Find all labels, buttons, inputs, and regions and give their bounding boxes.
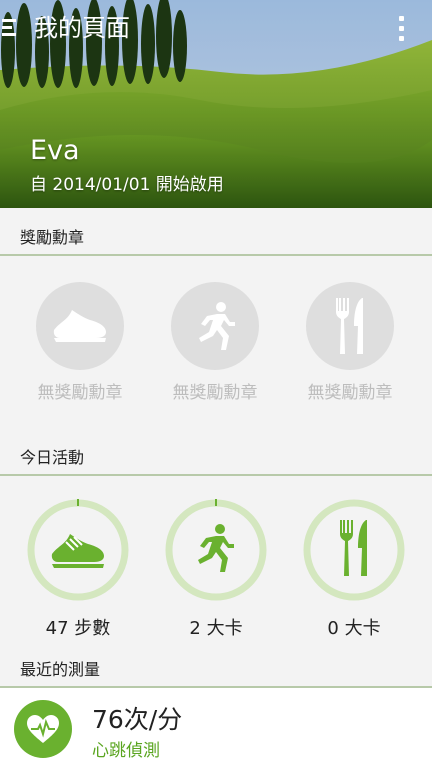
- running-shoe-icon: [51, 534, 104, 568]
- progress-ring: [302, 498, 406, 602]
- activity-exercise[interactable]: 2 大卡: [146, 498, 286, 640]
- award-item-steps[interactable]: 無獎勵勳章: [10, 282, 150, 403]
- page-title: 我的頁面: [34, 14, 130, 42]
- user-name: Eva: [30, 135, 80, 166]
- fork-knife-icon: [336, 298, 363, 354]
- heart-rate-card[interactable]: 76次/分 心跳偵測: [0, 688, 432, 768]
- award-label: 無獎勵勳章: [172, 383, 258, 403]
- awards-section-title: 獎勵勳章: [20, 228, 85, 247]
- runner-icon: [199, 302, 235, 350]
- recent-section-title: 最近的測量: [20, 660, 101, 679]
- recent-section-header: 最近的測量: [0, 640, 432, 688]
- today-section-title: 今日活動: [20, 448, 85, 467]
- fork-knife-icon: [340, 520, 367, 576]
- food-calories-value: 0 大卡: [327, 618, 381, 639]
- award-item-food[interactable]: 無獎勵勳章: [280, 282, 420, 403]
- activity-food[interactable]: 0 大卡: [284, 498, 424, 640]
- award-badge: [36, 282, 124, 370]
- awards-section-header: 獎勵勳章: [0, 208, 432, 256]
- running-shoe-icon: [53, 310, 106, 342]
- heart-badge: [14, 700, 72, 758]
- progress-ring: [164, 498, 268, 602]
- heart-rate-value: 76次/分: [92, 705, 183, 734]
- heart-rate-icon: [27, 715, 59, 743]
- profile-header: 我的頁面 Eva 自 2014/01/01 開始啟用: [0, 0, 432, 208]
- top-bar: 我的頁面: [0, 0, 432, 56]
- steps-value: 47 步數: [45, 618, 111, 639]
- activity-steps[interactable]: 47 步數: [8, 498, 148, 640]
- member-since-text: 自 2014/01/01 開始啟用: [30, 175, 224, 195]
- today-section-header: 今日活動: [0, 428, 432, 476]
- progress-ring: [26, 498, 130, 602]
- heart-rate-label: 心跳偵測: [92, 741, 160, 761]
- award-badge: [306, 282, 394, 370]
- award-label: 無獎勵勳章: [307, 383, 393, 403]
- more-vertical-icon[interactable]: [396, 16, 406, 44]
- award-badge: [171, 282, 259, 370]
- award-label: 無獎勵勳章: [37, 383, 123, 403]
- hamburger-menu-icon[interactable]: [2, 17, 24, 39]
- award-item-exercise[interactable]: 無獎勵勳章: [145, 282, 285, 403]
- runner-icon: [198, 524, 234, 572]
- exercise-calories-value: 2 大卡: [189, 618, 243, 639]
